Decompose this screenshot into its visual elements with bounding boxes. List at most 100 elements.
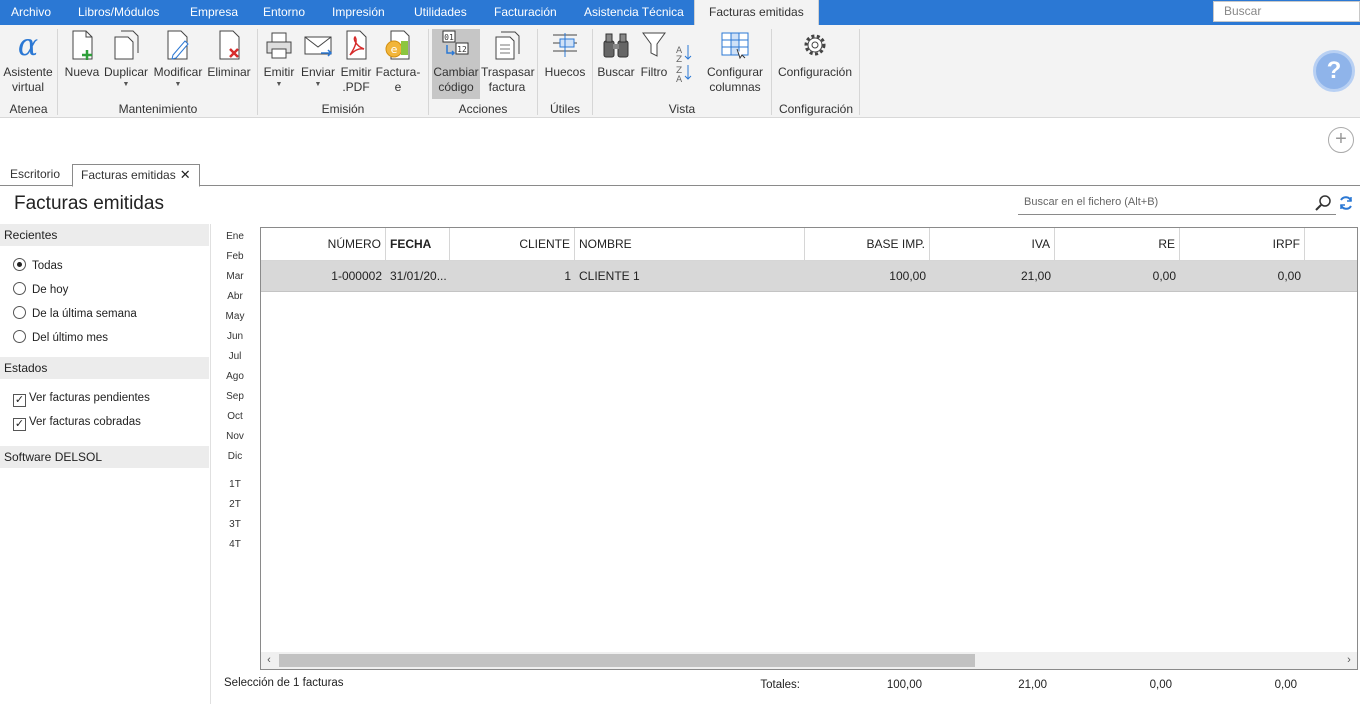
month-ago[interactable]: Ago bbox=[222, 371, 248, 382]
cambiar-label: Cambiar bbox=[433, 65, 479, 79]
configurar-label-2: columnas bbox=[709, 80, 761, 94]
traspasar-factura-button[interactable]: Traspasar factura bbox=[481, 29, 535, 99]
cell-re: 0,00 bbox=[1152, 269, 1176, 283]
month-mar[interactable]: Mar bbox=[222, 271, 248, 282]
quarter-2t[interactable]: 2T bbox=[222, 499, 248, 510]
sort-button[interactable]: AZZA bbox=[673, 41, 695, 85]
duplicate-icon bbox=[114, 30, 139, 60]
svg-text:12: 12 bbox=[457, 45, 467, 54]
eliminar-button[interactable]: Eliminar bbox=[206, 29, 252, 99]
enviar-button[interactable]: Enviar ▼ bbox=[299, 29, 337, 99]
menu-facturas-emitidas[interactable]: Facturas emitidas bbox=[694, 0, 819, 25]
radio-ultimo-mes[interactable]: Del último mes bbox=[13, 330, 108, 346]
emitir-pdf-button[interactable]: Emitir .PDF bbox=[338, 29, 374, 99]
refresh-icon[interactable] bbox=[1338, 195, 1354, 211]
checkbox-pendientes[interactable]: ✓ Ver facturas pendientes bbox=[13, 390, 150, 407]
help-icon[interactable]: ? bbox=[1313, 50, 1355, 92]
eliminar-label: Eliminar bbox=[207, 65, 251, 79]
radio-de-hoy[interactable]: De hoy bbox=[13, 282, 68, 298]
radio-label: Todas bbox=[32, 260, 63, 272]
column-header-irpf[interactable]: IRPF bbox=[1180, 228, 1305, 260]
radio-label: De la última semana bbox=[32, 308, 137, 320]
filtro-button[interactable]: Filtro bbox=[637, 29, 671, 99]
column-header-iva[interactable]: IVA bbox=[930, 228, 1055, 260]
month-feb[interactable]: Feb bbox=[222, 251, 248, 262]
configurar-label: Configurar bbox=[706, 65, 764, 79]
emitir-button[interactable]: Emitir ▼ bbox=[261, 29, 297, 99]
cambiar-label-2: código bbox=[438, 80, 474, 94]
horizontal-scrollbar[interactable]: ‹ › bbox=[261, 652, 1357, 669]
column-header-base-imp[interactable]: BASE IMP. bbox=[805, 228, 930, 260]
column-header-cliente[interactable]: CLIENTE bbox=[450, 228, 575, 260]
buscar-button[interactable]: Buscar bbox=[597, 29, 635, 99]
radio-todas[interactable]: Todas bbox=[13, 258, 63, 274]
menu-impresion[interactable]: Impresión bbox=[324, 0, 393, 25]
total-re: 0,00 bbox=[1149, 679, 1172, 691]
tab-facturas-emitidas[interactable]: Facturas emitidas ✕ bbox=[72, 164, 200, 187]
scroll-right-icon[interactable]: › bbox=[1341, 652, 1357, 669]
binoculars-icon bbox=[603, 33, 629, 58]
table-row[interactable]: 1-000002 31/01/20... 1 CLIENTE 1 100,00 … bbox=[261, 261, 1357, 292]
huecos-button[interactable]: Huecos bbox=[543, 29, 587, 99]
radio-icon bbox=[13, 306, 26, 319]
duplicar-button[interactable]: Duplicar ▼ bbox=[102, 29, 150, 99]
modificar-button[interactable]: Modificar ▼ bbox=[150, 29, 206, 99]
sort-az-icon: AZZA bbox=[676, 45, 692, 85]
file-search-input[interactable]: Buscar en el fichero (Alt+B) bbox=[1018, 193, 1336, 215]
total-irpf: 0,00 bbox=[1274, 679, 1297, 691]
enviar-label: Enviar bbox=[300, 65, 335, 79]
facturae-button[interactable]: e Factura- e bbox=[375, 29, 421, 99]
scrollbar-thumb[interactable] bbox=[279, 654, 975, 667]
tab-escritorio[interactable]: Escritorio bbox=[2, 164, 68, 186]
asistente-virtual-button[interactable]: α Asistente virtual bbox=[2, 29, 54, 99]
filter-panel: Recientes Todas De hoy De la última sema… bbox=[0, 224, 210, 704]
gear-icon bbox=[804, 34, 826, 56]
global-search-input[interactable]: Buscar bbox=[1213, 1, 1360, 22]
checkbox-label: Ver facturas cobradas bbox=[29, 416, 141, 428]
month-ene[interactable]: Ene bbox=[222, 231, 248, 242]
new-document-icon bbox=[72, 30, 93, 60]
quarter-3t[interactable]: 3T bbox=[222, 519, 248, 530]
radio-ultima-semana[interactable]: De la última semana bbox=[13, 306, 137, 322]
menu-asistencia-tecnica[interactable]: Asistencia Técnica bbox=[576, 0, 692, 25]
scroll-left-icon[interactable]: ‹ bbox=[261, 652, 277, 669]
menu-bar: Archivo Libros/Módulos Empresa Entorno I… bbox=[0, 0, 1360, 25]
menu-archivo[interactable]: Archivo bbox=[3, 0, 59, 25]
month-abr[interactable]: Abr bbox=[222, 291, 248, 302]
menu-entorno[interactable]: Entorno bbox=[255, 0, 313, 25]
group-divider bbox=[859, 29, 860, 115]
add-tab-icon[interactable]: + bbox=[1328, 127, 1354, 153]
menu-empresa[interactable]: Empresa bbox=[182, 0, 246, 25]
checkbox-cobradas[interactable]: ✓ Ver facturas cobradas bbox=[13, 414, 141, 431]
column-header-numero[interactable]: NÚMERO bbox=[261, 228, 386, 260]
delete-document-icon bbox=[219, 30, 240, 60]
chevron-down-icon: ▼ bbox=[275, 81, 283, 88]
nueva-button[interactable]: Nueva bbox=[62, 29, 102, 99]
month-sep[interactable]: Sep bbox=[222, 391, 248, 402]
quarter-1t[interactable]: 1T bbox=[222, 479, 248, 490]
group-vista: Vista bbox=[668, 102, 696, 116]
column-header-nombre[interactable]: NOMBRE bbox=[575, 228, 805, 260]
month-nov[interactable]: Nov bbox=[222, 431, 248, 442]
configurar-columnas-button[interactable]: Configurar columnas bbox=[705, 29, 765, 99]
configuracion-button[interactable]: Configuración bbox=[776, 29, 854, 99]
month-jul[interactable]: Jul bbox=[222, 351, 248, 362]
cambiar-codigo-button[interactable]: 01 12 Cambiar código bbox=[432, 29, 480, 99]
change-code-icon: 0112 bbox=[442, 30, 469, 56]
month-oct[interactable]: Oct bbox=[222, 411, 248, 422]
quarter-4t[interactable]: 4T bbox=[222, 539, 248, 550]
checkbox-checked-icon: ✓ bbox=[13, 418, 26, 431]
section-software-delsol[interactable]: Software DELSOL bbox=[0, 446, 209, 468]
month-may[interactable]: May bbox=[222, 311, 248, 322]
month-jun[interactable]: Jun bbox=[222, 331, 248, 342]
search-icon[interactable] bbox=[1314, 194, 1332, 212]
column-header-re[interactable]: RE bbox=[1055, 228, 1180, 260]
column-header-fecha[interactable]: FECHA bbox=[386, 228, 450, 260]
close-icon[interactable]: ✕ bbox=[180, 167, 191, 182]
cell-iva: 21,00 bbox=[1020, 269, 1051, 283]
radio-label: De hoy bbox=[32, 284, 69, 296]
menu-utilidades[interactable]: Utilidades bbox=[406, 0, 475, 25]
menu-libros-modulos[interactable]: Libros/Módulos bbox=[70, 0, 167, 25]
month-dic[interactable]: Dic bbox=[222, 451, 248, 462]
menu-facturacion[interactable]: Facturación bbox=[486, 0, 565, 25]
